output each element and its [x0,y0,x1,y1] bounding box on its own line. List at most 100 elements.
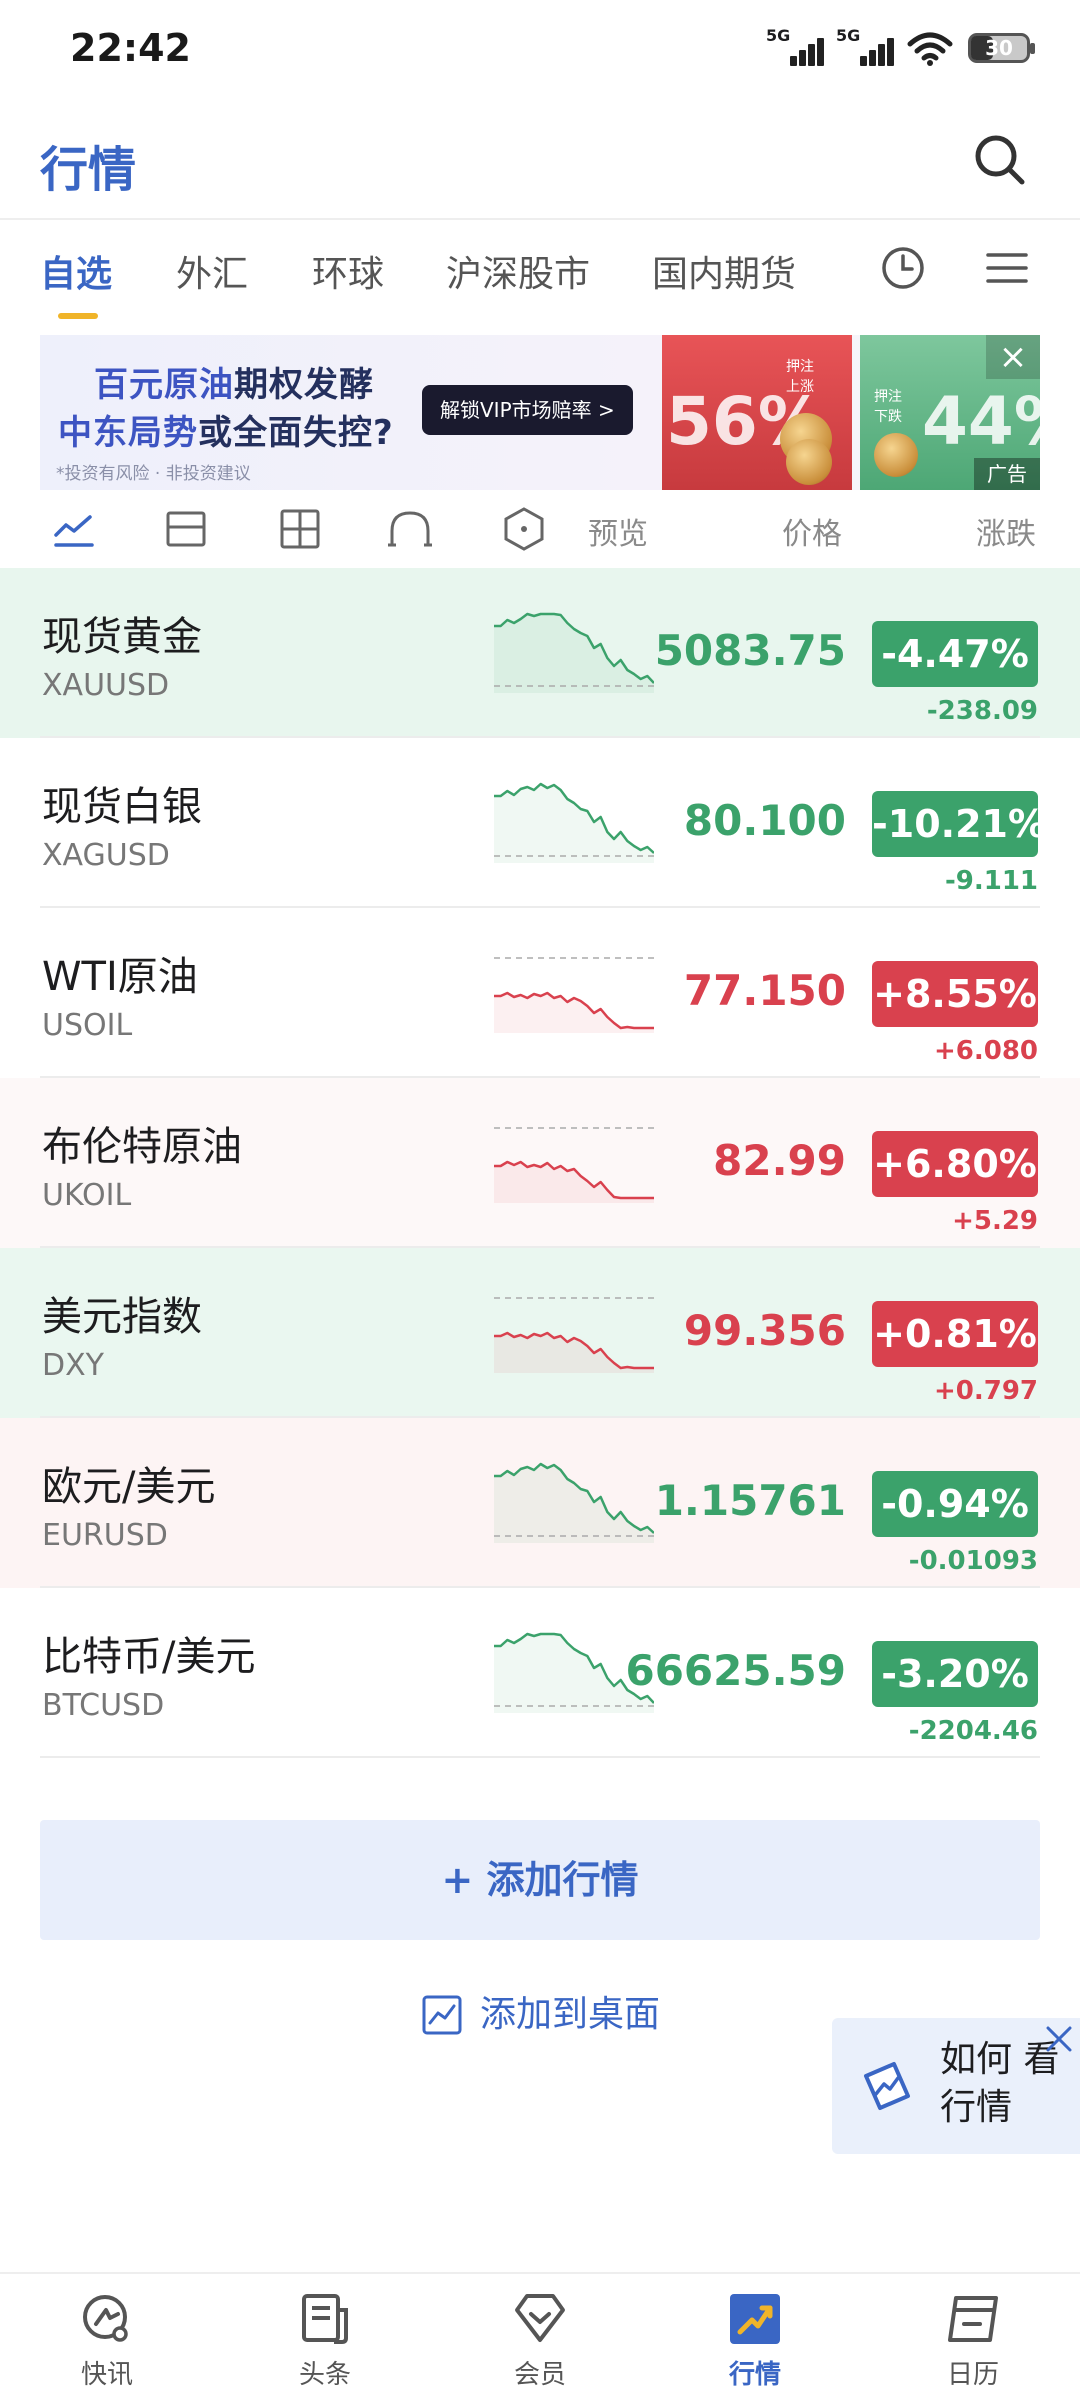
sparkline-chart [494,1127,654,1203]
quote-change: -9.111 [944,866,1038,896]
column-change-label: 涨跌 [976,517,1036,552]
diamond-membership-icon [515,2294,565,2342]
ad-headline-2-rest: 或全面失控? [198,413,394,453]
coin-icon [874,433,918,477]
ad-banner[interactable]: 百元原油期权发酵 中东局势或全面失控? *投资有风险 · 非投资建议 解锁VIP… [40,335,1040,490]
nav-label: 头条 [298,2360,351,2390]
list-view-icon[interactable] [162,505,210,553]
nav-calendar[interactable]: 日历 [898,2288,1048,2391]
quote-price: 77.150 [683,966,846,1015]
signal-icon: 5G [836,26,894,68]
menu-icon[interactable] [982,243,1032,293]
network-type-label: 5G [836,26,861,45]
arc-view-icon[interactable] [386,505,434,553]
sparkline-chart [494,612,654,693]
quote-row[interactable]: 美元指数 DXY 99.356 +0.81% +0.797 [0,1248,1080,1418]
quote-price: 5083.75 [654,626,846,675]
network-type-label: 5G [766,26,791,45]
ad-up-label-line2: 上涨 [786,379,814,395]
tab-forex[interactable]: 外汇 [176,245,248,297]
nav-label: 快讯 [80,2360,133,2390]
quote-percent-badge: +8.55% [872,961,1038,1027]
market-trend-icon [730,2294,780,2344]
ad-cta-button[interactable]: 解锁VIP市场赔率 > [422,385,633,435]
quote-change: -0.01093 [908,1546,1038,1576]
sparkline-area [494,784,654,863]
tab-watchlist[interactable]: 自选 [40,245,112,297]
quote-code: USOIL [42,1008,133,1043]
nav-label: 会员 [513,2360,566,2390]
close-icon[interactable] [1040,2020,1078,2058]
nav-headlines[interactable]: 头条 [250,2288,400,2391]
quote-code: BTCUSD [42,1688,165,1723]
sparkline-chart [494,782,654,863]
quote-name: 现货白银 [42,784,202,830]
quote-row[interactable]: 现货白银 XAGUSD 80.100 -10.21% -9.111 [0,738,1080,908]
coin-icon [786,439,832,485]
quote-row[interactable]: 现货黄金 XAUUSD 5083.75 -4.47% -238.09 [0,568,1080,738]
signal-icon: 5G [766,26,824,68]
ad-tag: 广告 [974,458,1040,490]
tab-a-shares[interactable]: 沪深股市 [446,245,590,297]
quote-code: XAGUSD [42,838,170,873]
quote-percent-badge: -4.47% [872,621,1038,687]
market-tabs: 自选 外汇 环球 沪深股市 国内期货 [0,243,1080,319]
hexagon-view-icon[interactable] [500,505,548,553]
battery-icon: 30 [968,33,1035,63]
bottom-nav: 快讯 头条 会员 行情 日历 [0,2272,1080,2400]
headlines-icon [302,2294,348,2344]
quote-name: 欧元/美元 [42,1464,216,1510]
quote-percent-badge: -0.94% [872,1471,1038,1537]
ad-close-icon[interactable]: × [986,335,1040,379]
quote-price: 66625.59 [625,1646,846,1695]
tab-domestic-futures[interactable]: 国内期货 [652,245,796,297]
tab-global[interactable]: 环球 [312,245,384,297]
page-title: 行情 [40,142,137,198]
line-chart-view-icon[interactable] [50,505,98,553]
status-time: 22:42 [70,26,191,70]
quote-code: EURUSD [42,1518,168,1553]
quote-change: -2204.46 [908,1716,1038,1746]
ad-up-label: 押注 上涨 [786,357,814,397]
quote-name: 布伦特原油 [42,1124,242,1170]
quote-row[interactable]: 布伦特原油 UKOIL 82.99 +6.80% +5.29 [0,1078,1080,1248]
ad-down-percent: 44% [922,383,1040,460]
quote-price: 1.15761 [654,1476,846,1525]
grid-view-icon[interactable] [276,505,324,553]
nav-market[interactable]: 行情 [680,2288,830,2391]
ad-down-label: 押注 下跌 [874,387,902,427]
quote-name: WTI原油 [42,954,198,1000]
ad-down-label-line2: 下跌 [874,409,902,425]
sparkline-area [494,614,654,693]
add-quote-button[interactable]: + 添加行情 [40,1820,1040,1940]
guide-book-icon [864,2062,910,2110]
ad-headline-1-rest: 期权发酵 [234,365,374,405]
quote-change: -238.09 [926,696,1038,726]
ad-headline-2-highlight: 中东局势 [58,413,198,453]
ad-headline-2: 中东局势或全面失控? [58,405,394,454]
column-header: 预览 价格 涨跌 [0,495,1080,565]
page-header: 行情 [0,110,1080,220]
flash-news-icon [83,2295,128,2342]
nav-flash-news[interactable]: 快讯 [32,2288,182,2391]
ad-disclaimer: *投资有风险 · 非投资建议 [56,464,251,484]
quote-row[interactable]: 比特币/美元 BTCUSD 66625.59 -3.20% -2204.46 [0,1588,1080,1758]
quote-change: +0.797 [933,1376,1038,1406]
quote-code: XAUUSD [42,668,170,703]
quote-name: 现货黄金 [42,614,202,660]
quote-row[interactable]: WTI原油 USOIL 77.150 +8.55% +6.080 [0,908,1080,1078]
quote-percent-badge: -10.21% [872,791,1046,857]
quote-name: 比特币/美元 [42,1634,256,1680]
history-clock-icon[interactable] [878,243,928,293]
quote-percent-badge: -3.20% [872,1641,1038,1707]
nav-membership[interactable]: 会员 [465,2288,615,2391]
active-tab-indicator [58,313,98,319]
quote-name: 美元指数 [42,1294,202,1340]
search-icon[interactable] [970,130,1030,190]
quote-change: +5.29 [952,1206,1038,1236]
sparkline-chart [494,957,654,1033]
quote-row[interactable]: 欧元/美元 EURUSD 1.15761 -0.94% -0.01093 [0,1418,1080,1588]
nav-label: 行情 [728,2360,781,2390]
quote-change: +6.080 [933,1036,1038,1066]
desktop-chart-icon [422,1995,462,2035]
